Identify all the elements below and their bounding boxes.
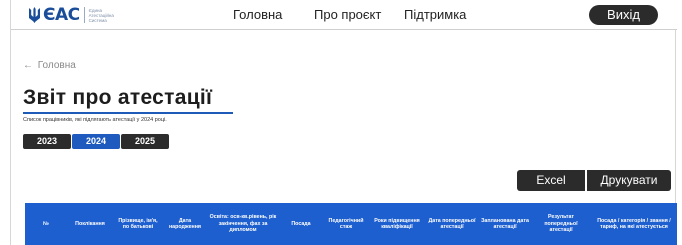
title-underline [23, 112, 233, 114]
nav-home[interactable]: Головна [233, 7, 282, 22]
export-excel-button[interactable]: Excel [517, 170, 585, 191]
column-header-education[interactable]: Освіта: осв-кв.рівень, рік закінчення, ф… [207, 203, 279, 245]
column-header-position[interactable]: Посада [279, 203, 323, 245]
top-header: ЄАС Єдина Атестаційна Система Головна Пр… [11, 0, 677, 30]
print-button[interactable]: Друкувати [587, 170, 671, 191]
back-arrow-icon: ← [23, 60, 33, 71]
nav-support[interactable]: Підтримка [404, 7, 466, 22]
logo-subtitle: Єдина Атестаційна Система [88, 7, 114, 23]
page-subtitle: Список працівників, які підлягають атест… [23, 117, 167, 123]
column-header-birth-date[interactable]: Дата народження [163, 203, 207, 245]
page-frame: ЄАС Єдина Атестаційна Система Головна Пр… [10, 0, 677, 245]
trident-icon [29, 7, 40, 23]
column-header-teaching-experience[interactable]: Педагогічний стаж [323, 203, 369, 245]
column-header-full-name[interactable]: Прізвище, ім'я, по батькові [113, 203, 163, 245]
breadcrumb-label: Головна [37, 60, 76, 71]
nav-about[interactable]: Про проєкт [314, 7, 381, 22]
table-header-row: № Поклікання Прізвище, ім'я, по батькові… [25, 203, 677, 245]
column-header-qualification-years[interactable]: Роки підвищення кваліфікації [369, 203, 425, 245]
breadcrumb-home-link[interactable]: ← Головна [23, 60, 76, 71]
page-title: Звіт про атестації [23, 86, 213, 109]
year-button-2023[interactable]: 2023 [23, 134, 71, 149]
logout-button[interactable]: Вихід [589, 5, 658, 25]
year-button-2025[interactable]: 2025 [121, 134, 169, 149]
column-header-planned-attestation-date[interactable]: Запланована дата атестації [479, 203, 531, 245]
column-header-target-position[interactable]: Посада / категорія / звання / тариф, на … [591, 203, 677, 245]
column-header-previous-result[interactable]: Результат попередньої атестації [531, 203, 591, 245]
column-header-previous-attestation-date[interactable]: Дата попередньої атестації [425, 203, 479, 245]
column-header-number[interactable]: № [25, 203, 67, 245]
logo[interactable]: ЄАС Єдина Атестаційна Система [29, 5, 114, 25]
logo-divider [83, 7, 85, 23]
logo-text: ЄАС [43, 5, 80, 25]
year-button-2024[interactable]: 2024 [72, 134, 120, 149]
column-header-link[interactable]: Поклікання [67, 203, 113, 245]
